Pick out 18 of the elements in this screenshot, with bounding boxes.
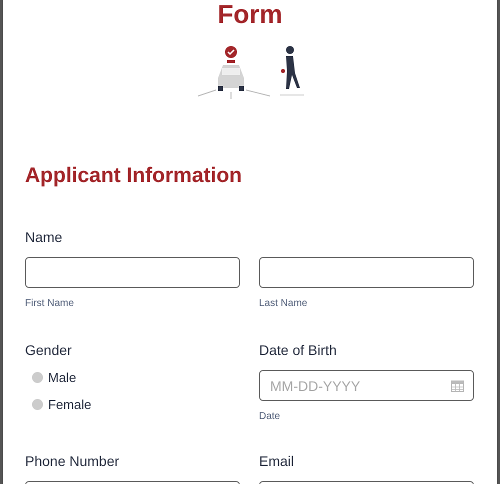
radio-label: Male [48,369,76,387]
calendar-icon [451,380,464,392]
field-sublabel: First Name [25,297,75,311]
field-label: Date of Birth [259,341,338,360]
input-field[interactable] [259,257,474,288]
section-title: Applicant Information [25,163,242,189]
radio-button[interactable] [32,372,43,384]
field-label: Gender [25,341,73,360]
field-label: Phone Number [25,452,120,471]
date-field[interactable]: MM-DD-YYYY [259,370,474,401]
field-label: Email [259,452,296,471]
radio-button[interactable] [32,398,43,410]
input-field[interactable] [25,257,240,288]
field-sublabel: Last Name [259,297,308,311]
field-sublabel: Date [259,410,282,424]
field-label: Name [25,228,64,247]
radio-label: Female [48,396,92,414]
form-title: Form [216,0,284,31]
